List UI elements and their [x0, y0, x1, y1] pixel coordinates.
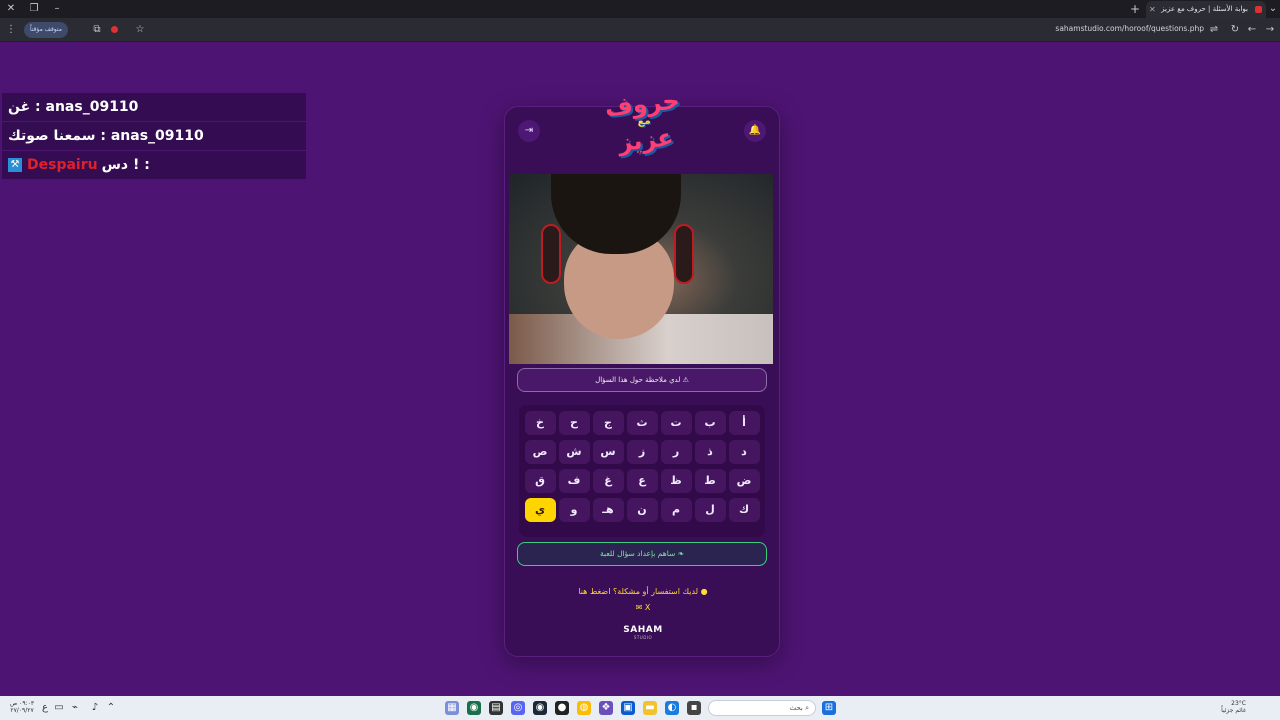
chat-message-text: غن : anas_09110: [8, 99, 139, 115]
back-icon[interactable]: ←: [1244, 22, 1260, 38]
game-logo: حروف مع عزيز: [603, 86, 681, 157]
letter-key[interactable]: ع: [626, 469, 658, 493]
webcam-video: [509, 174, 773, 364]
help-link[interactable]: ● لديك استفسار أو مشكلة؟ اضغط هنا: [505, 587, 781, 596]
report-question-button[interactable]: ⚠ لدي ملاحظة حول هذا السؤال: [517, 368, 767, 392]
store-icon[interactable]: ▣: [621, 701, 635, 715]
steam-icon[interactable]: ◉: [533, 701, 547, 715]
leaf-icon: ❧: [675, 549, 684, 558]
start-icon[interactable]: ⊞: [822, 701, 836, 715]
letter-key[interactable]: ف: [558, 469, 590, 493]
letter-key[interactable]: ت: [660, 411, 692, 435]
new-tab-button[interactable]: +: [1130, 2, 1140, 16]
taskbar-search[interactable]: ⌕ بحث: [708, 700, 816, 716]
info-icon: ●: [698, 587, 708, 596]
restore-window-icon[interactable]: ❐: [27, 2, 41, 16]
letter-key[interactable]: ن: [626, 498, 658, 522]
social-links[interactable]: ✉ X: [505, 603, 781, 612]
terminal-icon[interactable]: ▤: [489, 701, 503, 715]
letter-key[interactable]: س: [592, 440, 624, 464]
chat-username: Despairu: [27, 157, 98, 173]
window-titlebar: ✕ ❐ – + ✕ بوابة الأسئلة | حروف مع عزيز ⌄: [0, 0, 1280, 18]
letter-key[interactable]: ص: [524, 440, 556, 464]
browser-toolbar: ⋮ متوقف مؤقتاً ⧉ ☆ sahamstudio.com/horoo…: [0, 18, 1280, 42]
browser-tab[interactable]: ✕ بوابة الأسئلة | حروف مع عزيز: [1146, 1, 1266, 18]
recording-icon[interactable]: [111, 26, 118, 33]
letter-key[interactable]: ز: [626, 440, 658, 464]
site-settings-icon[interactable]: ⇌: [1206, 22, 1222, 38]
close-window-icon[interactable]: ✕: [4, 2, 18, 16]
letter-key[interactable]: ب: [694, 411, 726, 435]
taskbar: ٠٩:٠٣ ص ٢٧/٠٩/٢٧ ع ▭ ⌁ ♪ ⌃ ▦ ◉ ▤ ◎ ◉ ● ◍…: [0, 696, 1280, 720]
letter-keyboard: أ ب ت ث ج ح خ د ذ ر ز س ش ص ض ط ظ ع غ ف ق ك ل م ن هـ و ي: [519, 405, 765, 537]
app-icon[interactable]: ◉: [467, 701, 481, 715]
letter-key[interactable]: خ: [524, 411, 556, 435]
letter-key[interactable]: ث: [626, 411, 658, 435]
chat-message-text: سمعنا صوتك : anas_09110: [8, 128, 204, 144]
logout-icon[interactable]: ⇥: [518, 120, 540, 142]
letter-key[interactable]: غ: [592, 469, 624, 493]
menu-icon[interactable]: ⋮: [3, 22, 19, 38]
tab-title: بوابة الأسئلة | حروف مع عزيز: [1161, 5, 1248, 13]
profile-paused-badge[interactable]: متوقف مؤقتاً: [24, 22, 68, 38]
keyboard-row: ضطظعغفق: [523, 469, 761, 493]
bookmark-star-icon[interactable]: ☆: [132, 22, 148, 38]
tab-list-icon[interactable]: ⌄: [1266, 2, 1280, 16]
app-icon[interactable]: ▪: [687, 701, 701, 715]
chat-message: ⚒ Despairu دس ! :: [2, 151, 306, 179]
letter-key[interactable]: ض: [728, 469, 760, 493]
game-card: ⇥ حروف مع عزيز 🔔 ⚠ لدي ملاحظة حول هذا ال…: [504, 86, 781, 657]
notification-icon[interactable]: ع: [38, 701, 52, 715]
letter-key[interactable]: ظ: [660, 469, 692, 493]
chat-message-text: دس ! :: [101, 157, 150, 173]
tab-favicon-icon: [1255, 6, 1262, 13]
letter-key[interactable]: ك: [728, 498, 760, 522]
keyboard-row: أبتثجحخ: [523, 411, 761, 435]
extensions-icon[interactable]: ⧉: [89, 22, 105, 38]
chat-message: سمعنا صوتك : anas_09110: [2, 122, 306, 150]
brand-logo: SAHAM STUDIO: [623, 625, 663, 640]
letter-key[interactable]: ل: [694, 498, 726, 522]
minimize-window-icon[interactable]: –: [50, 2, 64, 16]
letter-key[interactable]: ج: [592, 411, 624, 435]
letter-key[interactable]: ي: [524, 498, 556, 522]
display-icon[interactable]: ▭: [52, 701, 66, 715]
letter-key[interactable]: ط: [694, 469, 726, 493]
letter-key[interactable]: ش: [558, 440, 590, 464]
reload-icon[interactable]: ↻: [1227, 22, 1243, 38]
warning-icon: ⚠: [680, 376, 689, 384]
search-icon: ⌕: [802, 704, 809, 712]
keyboard-row: ك ل م ن هـ و ي: [523, 498, 761, 522]
forward-icon[interactable]: →: [1262, 22, 1278, 38]
user-badge-icon: ⚒: [8, 158, 22, 172]
letter-key[interactable]: م: [660, 498, 692, 522]
chevron-up-icon[interactable]: ⌃: [104, 701, 118, 715]
letter-key[interactable]: ق: [524, 469, 556, 493]
clock[interactable]: ٠٩:٠٣ ص ٢٧/٠٩/٢٧: [10, 700, 34, 714]
network-icon[interactable]: ⌁: [68, 701, 82, 715]
letter-key[interactable]: ذ: [694, 440, 726, 464]
chrome-icon[interactable]: ◍: [577, 701, 591, 715]
discord-icon[interactable]: ◎: [511, 701, 525, 715]
weather-widget[interactable]: 23°C غائم جزئياً: [1221, 700, 1246, 714]
letter-key[interactable]: و: [558, 498, 590, 522]
task-view-icon[interactable]: ▦: [445, 701, 459, 715]
notification-bell-icon[interactable]: 🔔: [744, 120, 766, 142]
letter-key[interactable]: د: [728, 440, 760, 464]
chat-message: غن : anas_09110: [2, 93, 306, 121]
letter-key[interactable]: هـ: [592, 498, 624, 522]
letter-key[interactable]: أ: [728, 411, 760, 435]
keyboard-row: دذرزسشص: [523, 440, 761, 464]
address-bar[interactable]: sahamstudio.com/horoof/questions.php: [1055, 24, 1204, 33]
obs-icon[interactable]: ●: [555, 701, 569, 715]
folder-icon[interactable]: ▬: [643, 701, 657, 715]
letter-key[interactable]: ح: [558, 411, 590, 435]
volume-icon[interactable]: ♪: [88, 701, 102, 715]
app-icon[interactable]: ❖: [599, 701, 613, 715]
chat-overlay: غن : anas_09110 سمعنا صوتك : anas_09110 …: [2, 93, 306, 180]
letter-key[interactable]: ر: [660, 440, 692, 464]
contribute-question-button[interactable]: ❧ ساهم بإعداد سؤال للعبة: [517, 542, 767, 566]
tab-close-icon[interactable]: ✕: [1149, 1, 1156, 18]
edge-icon[interactable]: ◐: [665, 701, 679, 715]
